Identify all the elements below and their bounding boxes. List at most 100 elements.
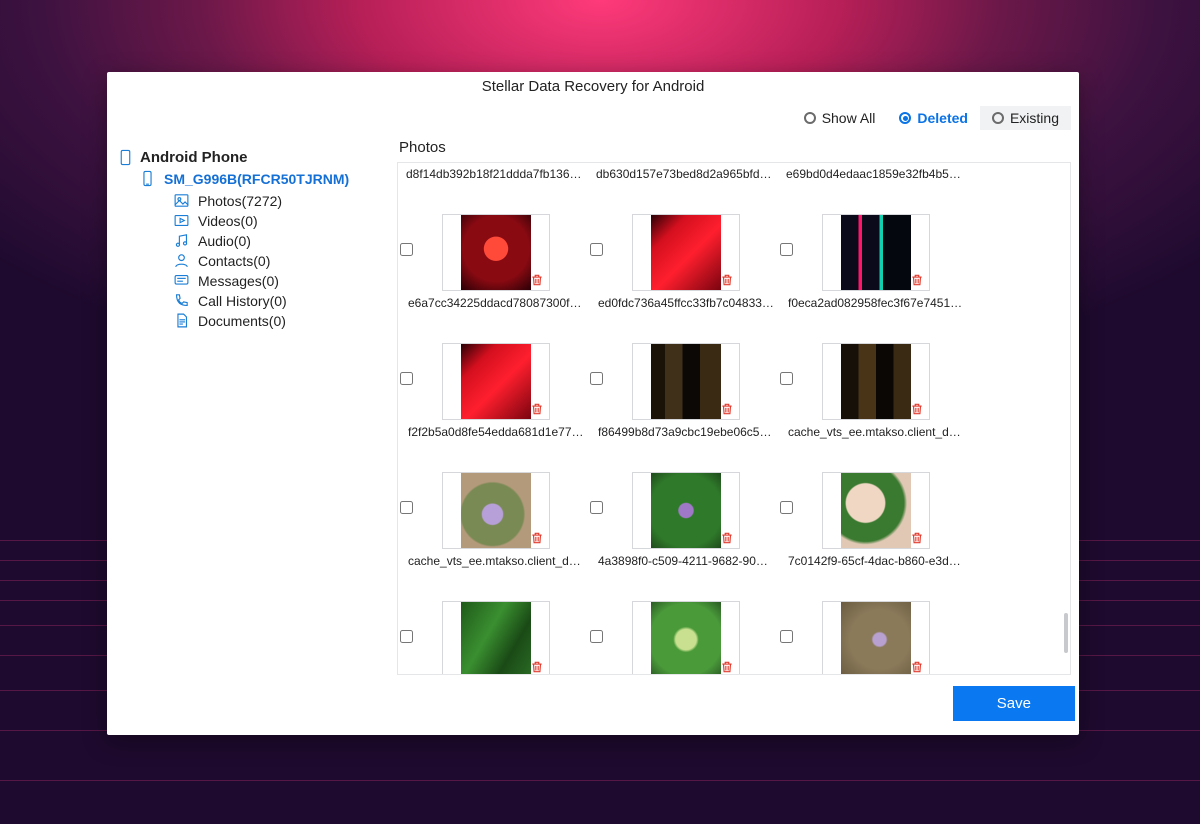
sidebar-item-contacts[interactable]: Contacts(0) [173,251,391,270]
filter-deleted[interactable]: Deleted [887,106,980,130]
select-checkbox[interactable] [590,243,603,256]
filter-show-all[interactable]: Show All [792,106,888,130]
radio-icon [992,112,1004,124]
select-checkbox[interactable] [400,243,413,256]
thumbnail-scroll[interactable]: d8f14db392b18f21ddda7fb136b01...db630d15… [398,163,1070,674]
sidebar: Android Phone SM_G996B(RFCR50TJRNM) Phot… [107,137,397,675]
thumbnail-cell[interactable]: 4a3898f0-c509-4211-9682-902da... [596,469,776,568]
thumbnail-cell[interactable] [596,598,776,674]
select-checkbox[interactable] [590,630,603,643]
message-icon [173,272,190,289]
device-node[interactable]: SM_G996B(RFCR50TJRNM) [117,170,391,187]
sidebar-item-label: Messages(0) [198,273,279,289]
main-panel: Photos d8f14db392b18f21ddda7fb136b01...d… [397,137,1079,675]
filter-label: Existing [1010,110,1059,126]
filter-label: Show All [822,110,876,126]
contact-icon [173,252,190,269]
thumbnail-image[interactable] [632,214,740,291]
sidebar-item-photos[interactable]: Photos(7272) [173,191,391,210]
trash-icon [530,660,544,674]
thumbnail-cell[interactable]: ed0fdc736a45ffcc33fb7c0483398... [596,211,776,310]
filename-label: f0eca2ad082958fec3f67e7451276... [788,296,964,310]
window-title: Stellar Data Recovery for Android [107,72,1079,99]
trash-icon [910,273,924,287]
filename-label: db630d157e73bed8d2a965bfdb20... [596,163,772,181]
save-button[interactable]: Save [953,686,1075,721]
thumbnail-cell[interactable]: f2f2b5a0d8fe54edda681d1e770f3... [406,340,586,439]
sidebar-item-label: Call History(0) [198,293,287,309]
thumbnail-cell[interactable]: f0eca2ad082958fec3f67e7451276... [786,211,966,310]
sidebar-item-audio[interactable]: Audio(0) [173,231,391,250]
select-checkbox[interactable] [780,372,793,385]
thumbnail-cell[interactable] [406,598,586,674]
thumbnail-image[interactable] [822,472,930,549]
call-icon [173,292,190,309]
thumbnail-image[interactable] [632,343,740,420]
thumbnail-image[interactable] [822,601,930,675]
thumbnail-cell[interactable]: cache_vts_ee.mtakso.client_defa... [406,469,586,568]
select-checkbox[interactable] [780,501,793,514]
thumbnail-image[interactable] [822,343,930,420]
app-window: Stellar Data Recovery for Android Show A… [107,72,1079,735]
video-icon [173,212,190,229]
sidebar-item-messages[interactable]: Messages(0) [173,271,391,290]
thumbnail-cell[interactable] [786,598,966,674]
photo-icon [173,192,190,209]
thumbnail-cell[interactable]: 7c0142f9-65cf-4dac-b860-e3dd4d... [786,469,966,568]
scrollbar-thumb[interactable] [1064,613,1068,653]
thumbnail-cell[interactable]: e6a7cc34225ddacd78087300f57... [406,211,586,310]
trash-icon [910,660,924,674]
sidebar-item-label: Documents(0) [198,313,286,329]
thumbnail-image[interactable] [632,472,740,549]
filename-label: f2f2b5a0d8fe54edda681d1e770f3... [408,425,584,439]
sidebar-item-label: Photos(7272) [198,193,282,209]
sidebar-item-documents[interactable]: Documents(0) [173,311,391,330]
select-checkbox[interactable] [780,243,793,256]
device-icon [139,170,156,187]
trash-icon [530,531,544,545]
thumbnail-image[interactable] [632,601,740,675]
sidebar-item-videos[interactable]: Videos(0) [173,211,391,230]
filename-label: e69bd0d4edaac1859e32fb4b546f... [786,163,962,181]
trash-icon [720,660,734,674]
select-checkbox[interactable] [400,372,413,385]
footer: Save [107,675,1079,735]
select-checkbox[interactable] [780,630,793,643]
thumbnail-cell[interactable]: f86499b8d73a9cbc19ebe06c535... [596,340,776,439]
filename-label: 7c0142f9-65cf-4dac-b860-e3dd4d... [788,554,964,568]
select-checkbox[interactable] [590,501,603,514]
select-checkbox[interactable] [400,630,413,643]
trash-icon [720,273,734,287]
select-checkbox[interactable] [590,372,603,385]
filter-existing[interactable]: Existing [980,106,1071,130]
trash-icon [910,531,924,545]
phone-icon [117,149,134,166]
thumbnail-image[interactable] [442,343,550,420]
filename-label: cache_vts_ee.mtakso.client_defa... [408,554,584,568]
category-list: Photos(7272) Videos(0) Audio(0) Contacts… [117,191,391,330]
thumbnail-image[interactable] [442,214,550,291]
thumbnail-image[interactable] [442,472,550,549]
trash-icon [720,531,734,545]
audio-icon [173,232,190,249]
thumbnail-grid-container: d8f14db392b18f21ddda7fb136b01...db630d15… [397,162,1071,675]
thumbnail-image[interactable] [442,601,550,675]
trash-icon [530,273,544,287]
trash-icon [910,402,924,416]
sidebar-item-label: Contacts(0) [198,253,270,269]
sidebar-item-label: Videos(0) [198,213,258,229]
filter-label: Deleted [917,110,968,126]
sidebar-item-call-history[interactable]: Call History(0) [173,291,391,310]
thumbnail-image[interactable] [822,214,930,291]
trash-icon [720,402,734,416]
thumbnail-cell[interactable]: cache_vts_ee.mtakso.client_de3... [786,340,966,439]
trash-icon [530,402,544,416]
select-checkbox[interactable] [400,501,413,514]
tree-root[interactable]: Android Phone [117,149,391,166]
filename-label: f86499b8d73a9cbc19ebe06c535... [598,425,774,439]
filter-bar: Show All Deleted Existing [107,99,1079,137]
filename-label: e6a7cc34225ddacd78087300f57... [408,296,584,310]
filename-label: ed0fdc736a45ffcc33fb7c0483398... [598,296,774,310]
document-icon [173,312,190,329]
root-label: Android Phone [140,149,248,166]
